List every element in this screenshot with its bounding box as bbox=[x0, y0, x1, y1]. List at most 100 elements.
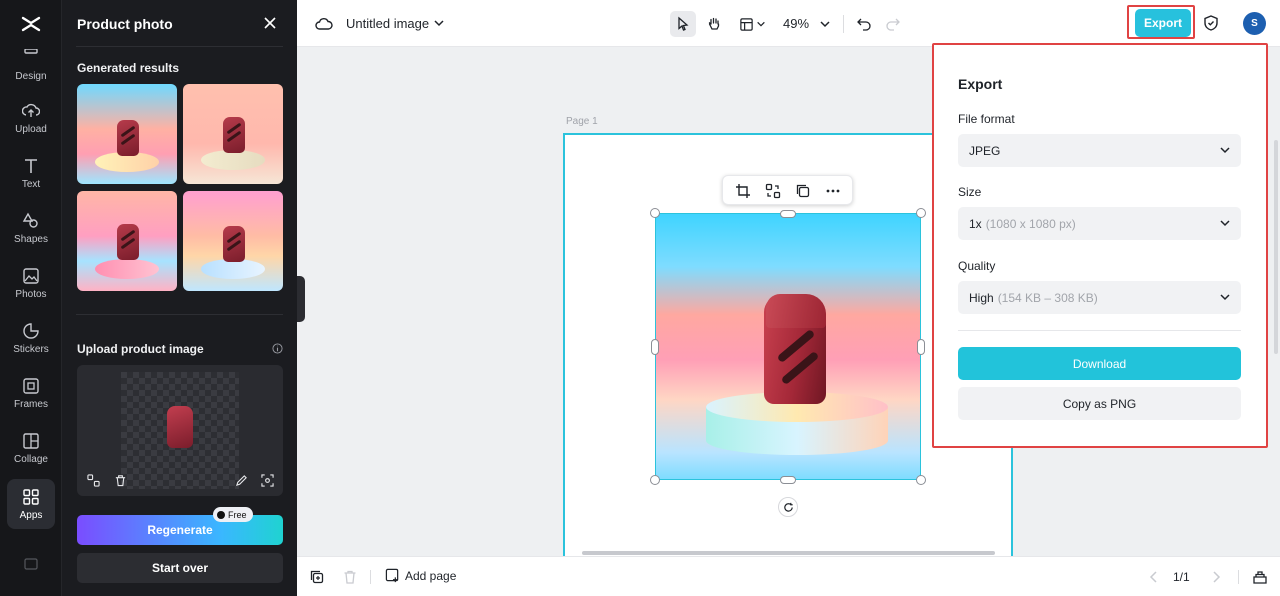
export-panel-title: Export bbox=[958, 76, 1003, 92]
start-over-button[interactable]: Start over bbox=[77, 553, 283, 583]
close-icon[interactable] bbox=[262, 15, 278, 31]
generated-result-thumbnail[interactable] bbox=[77, 84, 177, 184]
rail-item-text[interactable]: Text bbox=[7, 148, 55, 198]
quality-select[interactable]: High (154 KB – 308 KB) bbox=[958, 281, 1241, 314]
select-tool-button[interactable] bbox=[670, 11, 696, 37]
quality-value: High bbox=[969, 290, 994, 305]
vertical-scrollbar[interactable] bbox=[1274, 140, 1278, 354]
size-select[interactable]: 1x (1080 x 1080 px) bbox=[958, 207, 1241, 240]
layout-tool-button[interactable] bbox=[735, 11, 769, 37]
file-format-select[interactable]: JPEG bbox=[958, 134, 1241, 167]
rail-item-collage[interactable]: Collage bbox=[7, 423, 55, 473]
upload-icon bbox=[22, 103, 40, 117]
hand-tool-button[interactable] bbox=[701, 11, 727, 37]
resize-handle[interactable] bbox=[651, 339, 659, 355]
resize-handle[interactable] bbox=[916, 208, 926, 218]
crop-icon[interactable] bbox=[735, 183, 751, 199]
copy-as-png-button[interactable]: Copy as PNG bbox=[958, 387, 1241, 420]
bottom-bar: Add page 1/1 bbox=[297, 556, 1280, 596]
hand-icon bbox=[708, 17, 720, 30]
resize-handle[interactable] bbox=[650, 208, 660, 218]
frames-icon bbox=[23, 377, 39, 394]
delete-page-icon[interactable] bbox=[342, 569, 358, 585]
redo-icon[interactable] bbox=[885, 16, 901, 32]
rail-item-upload[interactable]: Upload bbox=[7, 93, 55, 143]
chevron-down-icon bbox=[1220, 147, 1230, 154]
resize-handle[interactable] bbox=[650, 475, 660, 485]
generated-result-thumbnail[interactable] bbox=[77, 191, 177, 291]
rail-item-label: Stickers bbox=[13, 343, 49, 355]
undo-icon[interactable] bbox=[856, 16, 872, 32]
text-icon bbox=[25, 158, 37, 173]
next-page-icon[interactable] bbox=[1210, 569, 1222, 585]
rail-item-frames[interactable]: Frames bbox=[7, 368, 55, 418]
horizontal-scrollbar[interactable] bbox=[582, 551, 995, 555]
more-icon[interactable] bbox=[825, 183, 841, 199]
shield-icon[interactable] bbox=[1202, 14, 1220, 32]
separator bbox=[370, 570, 371, 584]
rail-item-label: Collage bbox=[14, 453, 48, 465]
chevron-down-icon[interactable] bbox=[433, 17, 445, 29]
product bbox=[117, 120, 139, 156]
export-button-highlight bbox=[1127, 5, 1195, 39]
resize-handle[interactable] bbox=[780, 210, 796, 218]
previous-page-icon[interactable] bbox=[1148, 569, 1160, 585]
rail-item-design[interactable]: Design bbox=[7, 40, 55, 90]
divider bbox=[958, 330, 1241, 331]
replace-image-button[interactable] bbox=[84, 471, 102, 489]
avatar[interactable]: S bbox=[1243, 12, 1266, 35]
pages-panel-icon[interactable] bbox=[1252, 569, 1268, 585]
app-logo-icon[interactable] bbox=[19, 12, 43, 36]
chevron-down-icon bbox=[1220, 294, 1230, 301]
keyboard-icon[interactable] bbox=[24, 558, 38, 570]
resize-handle[interactable] bbox=[916, 475, 926, 485]
duplicate-icon[interactable] bbox=[795, 183, 811, 199]
add-page-button[interactable]: Add page bbox=[385, 568, 456, 583]
panel-collapse-handle[interactable] bbox=[297, 276, 305, 322]
rail-item-shapes[interactable]: Shapes bbox=[7, 203, 55, 253]
product bbox=[223, 226, 245, 262]
generated-result-thumbnail[interactable] bbox=[183, 84, 283, 184]
shapes-icon bbox=[22, 212, 38, 228]
rail-item-label: Design bbox=[15, 70, 47, 82]
file-format-value: JPEG bbox=[969, 143, 1001, 158]
add-page-icon bbox=[385, 568, 399, 583]
export-panel: Export File format JPEG Size 1x (1080 x … bbox=[932, 43, 1268, 448]
rail-item-label: Apps bbox=[19, 509, 43, 521]
divider bbox=[76, 46, 283, 47]
generated-result-thumbnail[interactable] bbox=[183, 191, 283, 291]
delete-image-button[interactable] bbox=[111, 471, 129, 489]
resize-handle[interactable] bbox=[780, 476, 796, 484]
zoom-level[interactable]: 49% bbox=[783, 16, 809, 31]
rail-item-photos[interactable]: Photos bbox=[7, 258, 55, 308]
regenerate-button[interactable]: Regenerate bbox=[77, 515, 283, 545]
rail-item-apps[interactable]: Apps bbox=[7, 479, 55, 529]
design-icon bbox=[24, 48, 38, 54]
document-title[interactable]: Untitled image bbox=[346, 16, 429, 31]
selection-toolbar bbox=[722, 175, 853, 205]
cutout-icon bbox=[260, 473, 274, 487]
uploaded-product-preview[interactable] bbox=[77, 365, 283, 496]
divider bbox=[76, 314, 283, 315]
duplicate-page-icon[interactable] bbox=[309, 569, 325, 585]
resize-handle[interactable] bbox=[917, 339, 925, 355]
replace-icon[interactable] bbox=[765, 183, 781, 199]
rail-item-stickers[interactable]: Stickers bbox=[7, 313, 55, 363]
selected-product-image[interactable] bbox=[655, 213, 921, 480]
info-icon[interactable] bbox=[272, 343, 283, 354]
credit-icon bbox=[217, 510, 225, 519]
podium bbox=[201, 259, 265, 279]
edit-image-button[interactable] bbox=[232, 471, 250, 489]
cloud-save-icon[interactable] bbox=[315, 15, 333, 33]
download-button[interactable]: Download bbox=[958, 347, 1241, 380]
rail-item-label: Text bbox=[21, 178, 41, 190]
apps-icon bbox=[23, 488, 39, 505]
rotate-handle[interactable] bbox=[778, 497, 798, 517]
product bbox=[117, 224, 139, 260]
rail-item-label: Upload bbox=[15, 123, 47, 135]
file-format-label: File format bbox=[958, 112, 1015, 126]
cutout-button[interactable] bbox=[258, 471, 276, 489]
zoom-chevron-down-icon[interactable] bbox=[819, 18, 831, 30]
product-photo-panel: Product photo Generated results Upload p… bbox=[62, 0, 297, 596]
podium bbox=[201, 150, 265, 170]
